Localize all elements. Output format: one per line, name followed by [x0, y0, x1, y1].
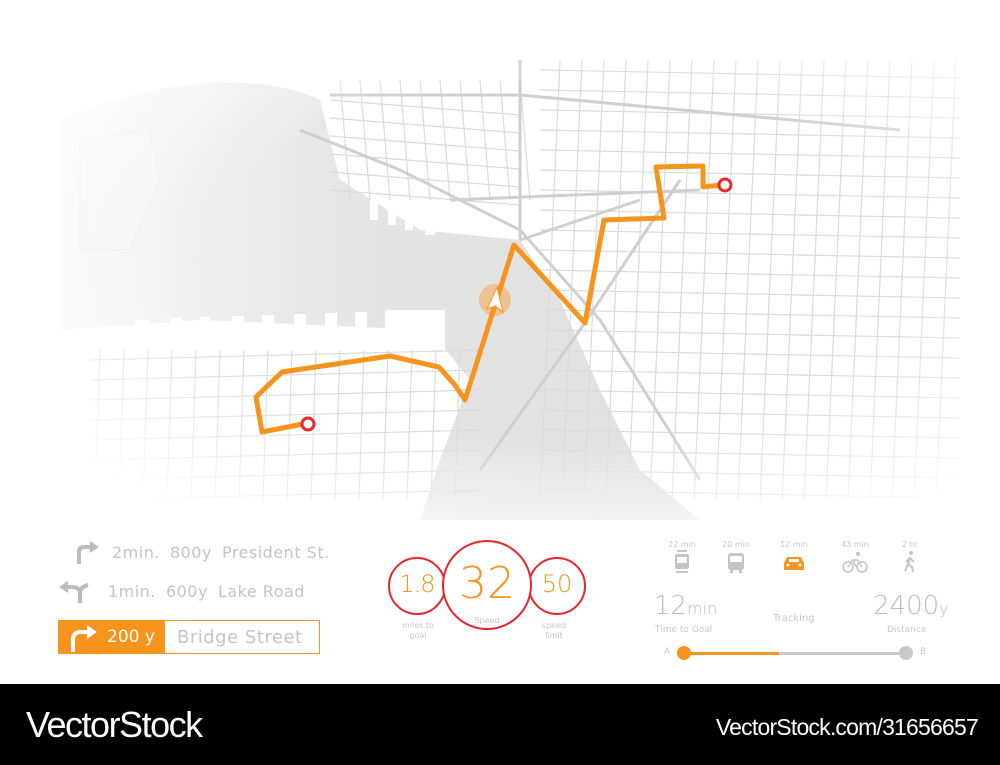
start-point-handle[interactable] — [677, 646, 691, 660]
limit-value: 50 — [541, 570, 573, 598]
mode-time: 2 hr — [902, 540, 918, 549]
mode-time: 20 min — [722, 540, 750, 549]
speed-label: Speed — [474, 616, 500, 625]
mode-walk[interactable]: 2 hr — [885, 540, 935, 579]
turn-time: 1min. — [108, 581, 156, 601]
walking-icon — [904, 551, 915, 573]
distance-value: 2400 — [873, 591, 940, 621]
image-url: VectorStock.com/31656657 — [715, 714, 979, 740]
tram-icon — [675, 550, 689, 573]
end-label: B — [920, 647, 927, 657]
time-value: 12 — [654, 591, 688, 621]
turn-right-icon — [71, 625, 97, 652]
start-pin-icon[interactable] — [300, 416, 316, 432]
upcoming-turn-2[interactable]: 1min. 600y Lake Road — [58, 579, 305, 603]
speed-limit-gauge: 50 — [528, 557, 586, 615]
turn-time: 2min. — [112, 542, 160, 562]
distance: 2400y — [873, 591, 949, 621]
turn-street: Lake Road — [217, 581, 305, 601]
progress-track[interactable] — [677, 646, 913, 660]
time-unit: min — [687, 599, 718, 618]
bus-icon — [728, 553, 744, 573]
miles-label: miles to goal — [402, 621, 434, 640]
end-point-handle — [899, 646, 913, 660]
current-instruction[interactable]: 200 y Bridge Street — [58, 620, 320, 654]
fork-left-icon — [59, 581, 89, 603]
turn-street: President St. — [221, 542, 330, 562]
tracking-status: Tracking — [773, 613, 815, 624]
car-icon — [784, 557, 804, 570]
bicycle-icon — [842, 552, 868, 573]
mode-bike[interactable]: 43 min — [830, 540, 880, 579]
turn-distance: 800y — [169, 542, 212, 562]
mode-time: 43 min — [841, 540, 869, 549]
destination-pin-icon[interactable] — [717, 177, 733, 193]
map-view[interactable] — [0, 0, 1000, 520]
current-distance: 200 y — [107, 627, 155, 647]
turn-right-icon — [77, 541, 99, 564]
distance-unit: y — [939, 599, 949, 618]
mode-tram[interactable]: 22 min — [657, 540, 707, 579]
footer-bar: VectorStock VectorStock.com/31656657 — [0, 684, 1000, 765]
distance-label: Distance — [887, 625, 927, 635]
upcoming-turn-1[interactable]: 2min. 800y President St. — [74, 540, 330, 564]
mode-car[interactable]: 12 min — [769, 540, 819, 579]
progress-fill — [684, 652, 780, 655]
start-label: A — [664, 647, 671, 657]
current-street: Bridge Street — [177, 626, 303, 648]
mode-bus[interactable]: 20 min — [711, 540, 761, 579]
time-to-goal: 12min — [654, 591, 717, 621]
speed-gauge: 32 Speed — [442, 540, 532, 630]
miles-value: 1.8 — [399, 570, 435, 598]
brand-logo: VectorStock — [26, 704, 203, 745]
mode-time: 22 min — [668, 540, 696, 549]
current-distance-box: 200 y — [59, 621, 165, 653]
time-to-goal-label: Time to Goal — [655, 625, 713, 635]
speed-value: 32 — [459, 558, 515, 609]
navigation-arrow-icon[interactable] — [479, 284, 511, 316]
miles-to-goal-gauge: 1.8 — [388, 557, 446, 615]
turn-distance: 600y — [165, 581, 208, 601]
mode-time: 12 min — [780, 540, 808, 549]
limit-label: speed limit — [541, 621, 567, 640]
